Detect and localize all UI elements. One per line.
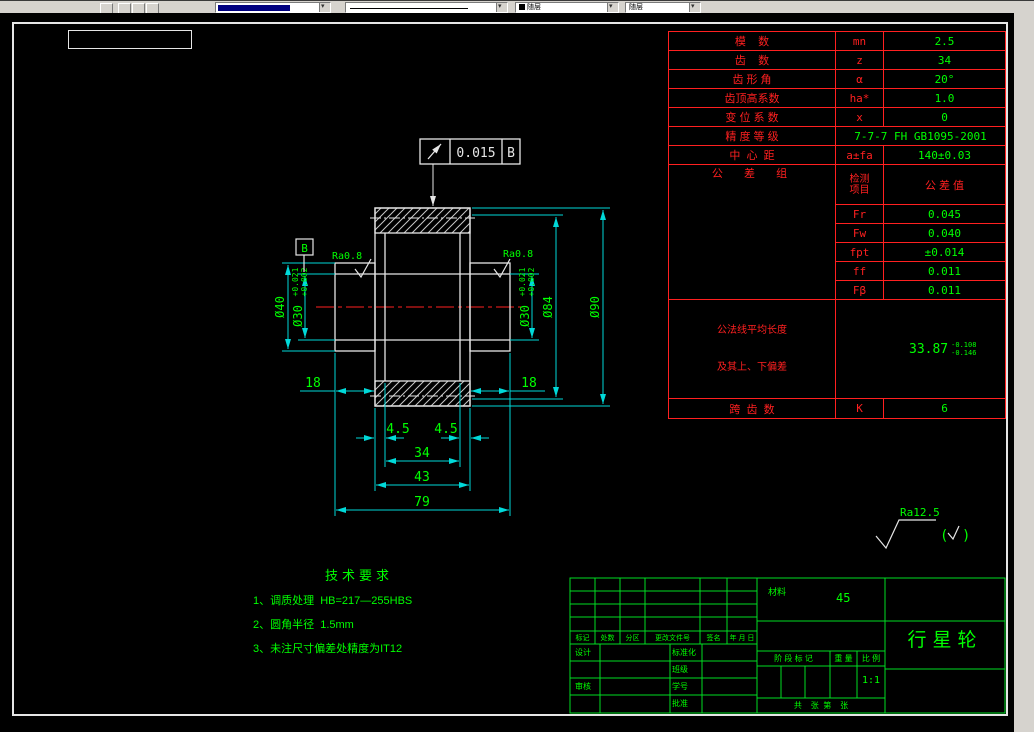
param-row-base-tangent: 公法线平均长度 及其上、下偏差 33.87 -0.108 -0.146: [668, 299, 1006, 399]
linetype-combo-dropdown-icon[interactable]: [496, 2, 507, 12]
sign-approve-label: 批准: [672, 699, 688, 708]
layer-combo-dropdown-icon[interactable]: [319, 2, 330, 12]
datum-flag: B: [295, 238, 314, 272]
dim-d30-right-tol-dn: +0.002: [527, 267, 536, 296]
color-swatch-icon: [519, 4, 525, 11]
stage-mark-header: 阶 段 标 记: [774, 654, 813, 663]
param-row-addendum-coeff: 齿顶高系数 ha* 1.0: [668, 88, 1006, 108]
gdt-frame: 0.015 B: [419, 138, 521, 206]
param-row-shift-coeff: 变 位 系 数 x 0: [668, 107, 1006, 127]
tech-req-title: 技术要求: [325, 568, 394, 583]
dim-d30-right: Ø30: [518, 305, 532, 327]
param-row-accuracy: 精 度 等 级 7-7-7 FH GB1095-2001: [668, 126, 1006, 146]
part-name: 行星轮: [907, 630, 983, 651]
dim-18-right: 18: [521, 376, 537, 391]
sign-design-label: 设计: [575, 648, 591, 657]
sheet-count: 共 张 第 张: [793, 701, 849, 710]
dim-43: 43: [414, 470, 430, 485]
scale-header: 比 例: [861, 654, 881, 663]
roughness-general-label: Ra12.5: [900, 506, 940, 519]
lineweight-combo[interactable]: 随层: [625, 2, 701, 13]
roughness-icon-general: [875, 519, 936, 550]
roughness-paren-open: (: [940, 528, 948, 544]
dim-d30-right-tol-up: +0.021: [518, 267, 527, 296]
sign-student-no-label: 学号: [672, 682, 688, 691]
tech-req-item-3: 3、未注尺寸偏差处精度为IT12: [253, 643, 403, 655]
dim-d40: Ø40: [273, 296, 287, 318]
roughness-right-label: Ra0.8: [503, 249, 533, 260]
dim-34: 34: [414, 446, 430, 461]
circular-runout-icon: [427, 143, 442, 160]
tech-req-item-2: 2、圆角半径 1.5mm: [253, 619, 354, 631]
dim-79: 79: [414, 495, 430, 510]
lineweight-combo-value: 随层: [629, 4, 643, 11]
layer-combo-selection: [218, 5, 290, 11]
param-row-center-distance: 中 心 距 a±fa 140±0.03: [668, 145, 1006, 165]
param-row-span-teeth: 跨 齿 数 K 6: [668, 398, 1006, 419]
color-combo-value: 随层: [527, 4, 541, 11]
cad-toolbar: 随层 随层: [0, 0, 1034, 14]
gear-parameter-table: 模 数 mn 2.5 齿 数 z 34 齿 形 角 α 20° 齿顶高系数 ha…: [668, 31, 1006, 419]
sign-check-label: 审核: [575, 682, 591, 691]
lineweight-combo-dropdown-icon[interactable]: [689, 2, 700, 12]
dim-d84: Ø84: [541, 296, 555, 318]
param-row-teeth: 齿 数 z 34: [668, 50, 1006, 70]
color-combo-dropdown-icon[interactable]: [607, 2, 618, 12]
vertical-scrollbar[interactable]: [1013, 13, 1034, 732]
color-combo[interactable]: 随层: [515, 2, 619, 13]
roughness-icon-others: [947, 525, 960, 541]
sign-standardization-label: 标准化: [672, 648, 696, 657]
dim-4p5-left: 4.5: [386, 422, 409, 437]
tech-req-item-1: 1、调质处理 HB=217—255HBS: [253, 595, 413, 607]
cad-application-window: 随层 随层: [0, 0, 1034, 732]
revision-header-row: 标记 处数 分区 更改文件号 签名 年 月 日: [575, 635, 755, 642]
dim-d30-left: Ø30: [291, 305, 305, 327]
param-row-tolerance-group-header: 公 差 组 检测项目 公 差 值: [668, 164, 1006, 300]
param-row-pressure-angle: 齿 形 角 α 20°: [668, 69, 1006, 89]
dim-d90: Ø90: [588, 296, 602, 318]
dim-d30-left-tol-up: +0.021: [291, 267, 300, 296]
roughness-paren-close: ): [962, 528, 970, 544]
technical-requirements: 技术要求 1、调质处理 HB=217—255HBS 2、圆角半径 1.5mm 3…: [253, 565, 412, 656]
sign-class-label: 班级: [672, 665, 688, 674]
roughness-left-label: Ra0.8: [332, 251, 362, 262]
scale-value: 1:1: [861, 675, 881, 686]
gdt-datum-ref: B: [507, 146, 515, 161]
layer-combo[interactable]: [215, 2, 331, 13]
material-value: 45: [836, 591, 851, 605]
weight-header: 重 量: [834, 654, 853, 663]
param-row-module: 模 数 mn 2.5: [668, 31, 1006, 51]
drawing-canvas[interactable]: 18 18 4.5 4.5 34 43 79 Ø40 Ø30 +0.021 +0…: [0, 13, 1014, 732]
gdt-value: 0.015: [456, 146, 495, 161]
linetype-combo[interactable]: [345, 2, 508, 13]
dim-4p5-right: 4.5: [434, 422, 457, 437]
linetype-preview: [350, 8, 468, 9]
datum-label: B: [301, 242, 308, 255]
material-label: 材料: [768, 587, 787, 597]
dim-18-left: 18: [305, 376, 321, 391]
